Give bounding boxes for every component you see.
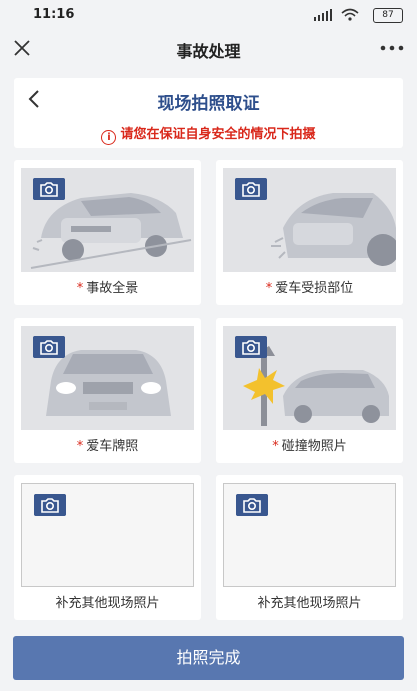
tile-label: 补充其他现场照片 [55, 596, 160, 611]
photo-tile-plate[interactable]: * 爱车牌照 [14, 318, 201, 463]
header-card: 现场拍照取证 i 请您在保证自身安全的情况下拍摄 [14, 78, 403, 148]
sample-photo-overview [21, 168, 194, 272]
section-title: 现场拍照取证 [157, 94, 260, 114]
sample-photo-plate [21, 326, 194, 430]
tile-label: * 碰撞物照片 [216, 435, 403, 454]
required-mark: * [272, 439, 279, 454]
status-bar: 11:16 87 [0, 0, 417, 28]
tile-label: * 事故全景 [14, 277, 201, 296]
status-icons: 87 [313, 7, 403, 23]
battery-indicator: 87 [373, 8, 403, 23]
empty-photo-slot [223, 483, 396, 587]
tile-label-text: 爱车牌照 [86, 439, 139, 454]
tile-label: * 爱车受损部位 [216, 277, 403, 296]
required-mark: * [76, 281, 84, 296]
required-mark: * [76, 439, 84, 454]
signal-icon [314, 9, 332, 21]
camera-icon [33, 336, 65, 358]
nav-bar: 事故处理 [0, 28, 417, 68]
camera-icon [235, 178, 267, 200]
empty-photo-slot [21, 483, 194, 587]
warning-icon: i [101, 130, 117, 145]
camera-icon [235, 336, 267, 358]
photo-done-button[interactable]: 拍照完成 [13, 636, 404, 680]
status-time: 11:16 [33, 7, 75, 22]
camera-icon [236, 494, 268, 516]
tile-label-text: 事故全景 [86, 281, 139, 296]
photo-tile-overview[interactable]: * 事故全景 [14, 160, 201, 305]
camera-icon [33, 178, 65, 200]
photo-tile-additional-2[interactable]: 补充其他现场照片 [216, 475, 403, 620]
more-icon[interactable] [379, 38, 405, 58]
camera-icon [34, 494, 66, 516]
tile-label-text: 碰撞物照片 [281, 439, 347, 454]
wifi-icon [341, 8, 359, 21]
tile-label-text: 爱车受损部位 [275, 281, 354, 296]
tile-label: * 爱车牌照 [14, 435, 201, 454]
safety-warning: i 请您在保证自身安全的情况下拍摄 [14, 123, 403, 145]
photo-tile-collision[interactable]: * 碰撞物照片 [216, 318, 403, 463]
sample-photo-collision [223, 326, 396, 430]
photo-tile-damage[interactable]: * 爱车受损部位 [216, 160, 403, 305]
sample-photo-damage [223, 168, 396, 272]
required-mark: * [265, 281, 273, 296]
page-title: 事故处理 [176, 42, 241, 61]
warning-text: 请您在保证自身安全的情况下拍摄 [120, 127, 316, 142]
photo-tile-additional-1[interactable]: 补充其他现场照片 [14, 475, 201, 620]
tile-label: 补充其他现场照片 [257, 596, 362, 611]
